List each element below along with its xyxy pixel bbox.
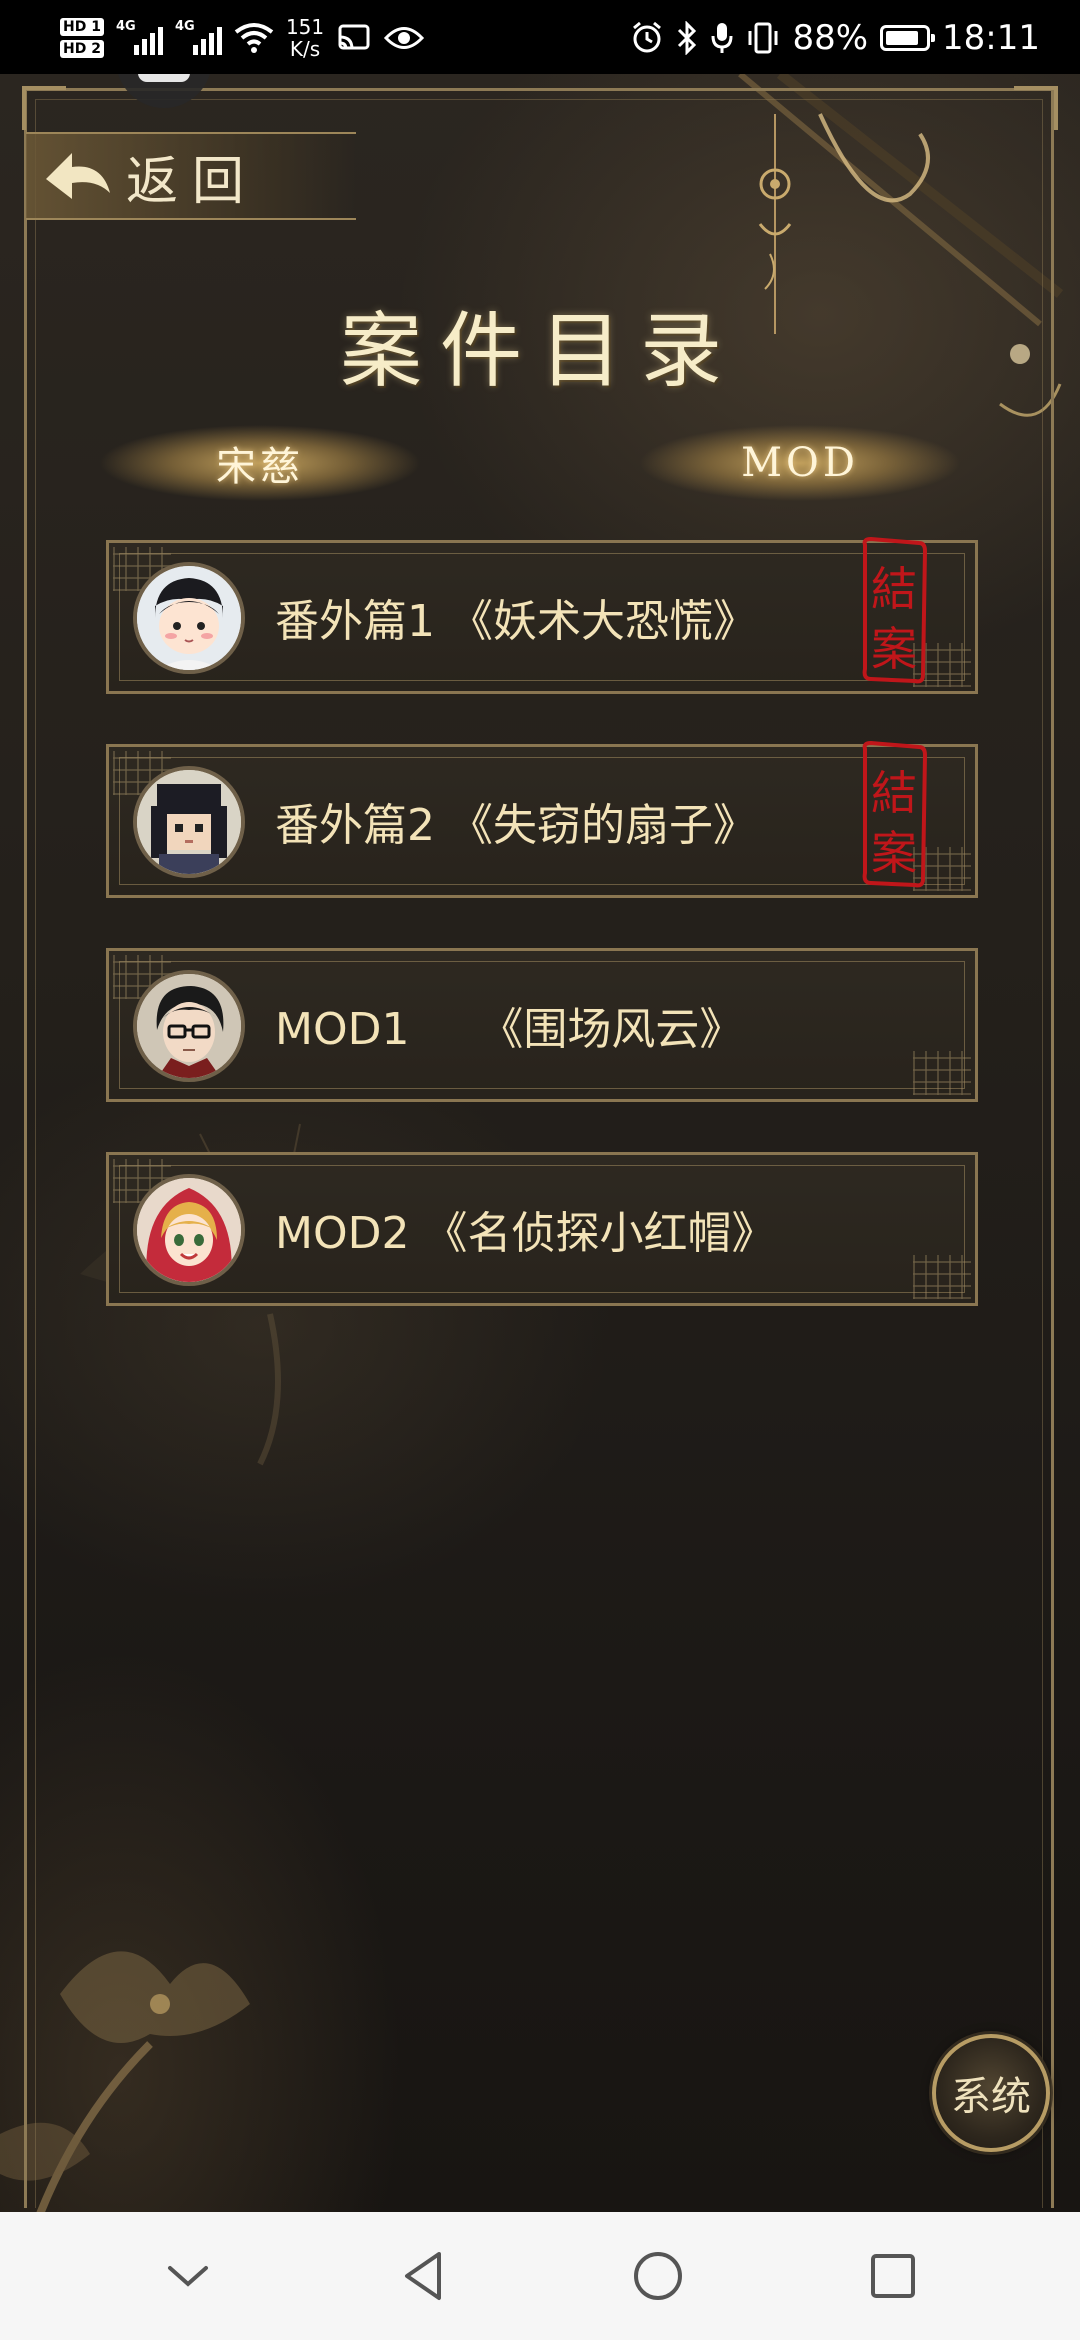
wifi-icon: [234, 23, 274, 53]
case-list: 番外篇1 《妖术大恐慌》 結 案 番外篇2 《失窃的扇子》 結 案 MOD1 《…: [106, 536, 978, 1356]
eye-icon: [384, 27, 425, 49]
bluetooth-icon: [678, 21, 697, 55]
back-button[interactable]: 返回: [26, 132, 356, 220]
case-title: MOD1 《围场风云》: [275, 1004, 744, 1055]
triangle-back-icon: [404, 2252, 441, 2300]
clock: 18:11: [942, 18, 1040, 58]
stamp-char-1: 結: [871, 562, 917, 616]
system-button[interactable]: 系统: [932, 2034, 1050, 2152]
stamp-char-2: 案: [871, 826, 917, 880]
tab-songci[interactable]: 宋慈: [100, 424, 420, 502]
network1-label: 4G: [115, 19, 136, 34]
sim-indicators: HD 1 HD 2: [60, 18, 104, 58]
sim1-label: HD 1: [60, 18, 104, 36]
lattice-decoration: [913, 1255, 971, 1299]
tab-mod-label: MOD: [741, 440, 859, 486]
avatar-red-hood-girl: [133, 1174, 245, 1286]
case-closed-stamp: 結 案: [862, 536, 928, 684]
stamp-char-2: 案: [871, 622, 917, 676]
speed-value: 151: [285, 15, 325, 39]
frame-corner-top-right: [1014, 86, 1058, 130]
back-label: 返回: [126, 151, 259, 212]
screen: HD 1 HD 2 4G 4G 151 K/s 88% 18:11 返回 案件目…: [0, 0, 1080, 2340]
square-recents-icon: [870, 2254, 915, 2298]
alarm-icon: [633, 21, 662, 53]
stamp-char-1: 結: [871, 766, 917, 820]
system-label: 系统: [951, 2074, 1031, 2120]
avatar-pixel-woman: [133, 766, 245, 878]
speed-unit: K/s: [289, 37, 321, 61]
case-item-extra-2[interactable]: 番外篇2 《失窃的扇子》 結 案: [106, 740, 978, 898]
game-area: 返回 案件目录 宋慈 MOD 番外篇1 《妖术大恐慌》 結 案 番外篇2 《失窃…: [0, 74, 1080, 2212]
flower-decoration: [0, 1951, 250, 2212]
status-bar: HD 1 HD 2 4G 4G 151 K/s 88% 18:11: [0, 0, 1080, 74]
signal2-icon: 4G: [174, 19, 222, 55]
chevron-down-icon: [167, 2266, 208, 2287]
case-title: 番外篇1 《妖术大恐慌》: [275, 596, 757, 647]
network-speed: 151 K/s: [286, 16, 324, 60]
system-nav-bar: [0, 2212, 1080, 2340]
nav-home-button[interactable]: [613, 2231, 703, 2321]
tab-mod[interactable]: MOD: [640, 424, 960, 502]
avatar-boy-scholar: [133, 562, 245, 674]
frame-corner-top-left: [22, 86, 66, 130]
status-left-group: HD 1 HD 2 4G 4G 151 K/s: [60, 8, 425, 68]
network2-label: 4G: [174, 19, 195, 34]
mic-icon: [711, 23, 733, 53]
signal1-icon: 4G: [115, 19, 163, 55]
case-title: MOD2 《名侦探小红帽》: [275, 1208, 776, 1259]
lattice-decoration: [913, 1051, 971, 1095]
avatar-glasses-man: [133, 970, 245, 1082]
vibrate-icon: [748, 22, 778, 54]
cast-icon: [338, 24, 370, 50]
nav-recents-button[interactable]: [848, 2231, 938, 2321]
case-title: 番外篇2 《失窃的扇子》: [275, 800, 757, 851]
battery-percent: 88%: [792, 18, 869, 58]
case-item-extra-1[interactable]: 番外篇1 《妖术大恐慌》 結 案: [106, 536, 978, 694]
back-arrow-icon: [46, 153, 110, 199]
nav-collapse-button[interactable]: [143, 2231, 233, 2321]
page-title: 案件目录: [339, 304, 740, 399]
tab-songci-label: 宋慈: [216, 444, 304, 490]
case-closed-stamp: 結 案: [862, 740, 928, 888]
sim2-label: HD 2: [60, 40, 104, 58]
case-item-mod-1[interactable]: MOD1 《围场风云》: [106, 948, 978, 1102]
nav-back-button[interactable]: [378, 2231, 468, 2321]
status-right-group: 88% 18:11: [630, 8, 1040, 68]
circle-home-icon: [633, 2252, 682, 2300]
case-item-mod-2[interactable]: MOD2 《名侦探小红帽》: [106, 1152, 978, 1306]
battery-icon: [880, 25, 936, 51]
